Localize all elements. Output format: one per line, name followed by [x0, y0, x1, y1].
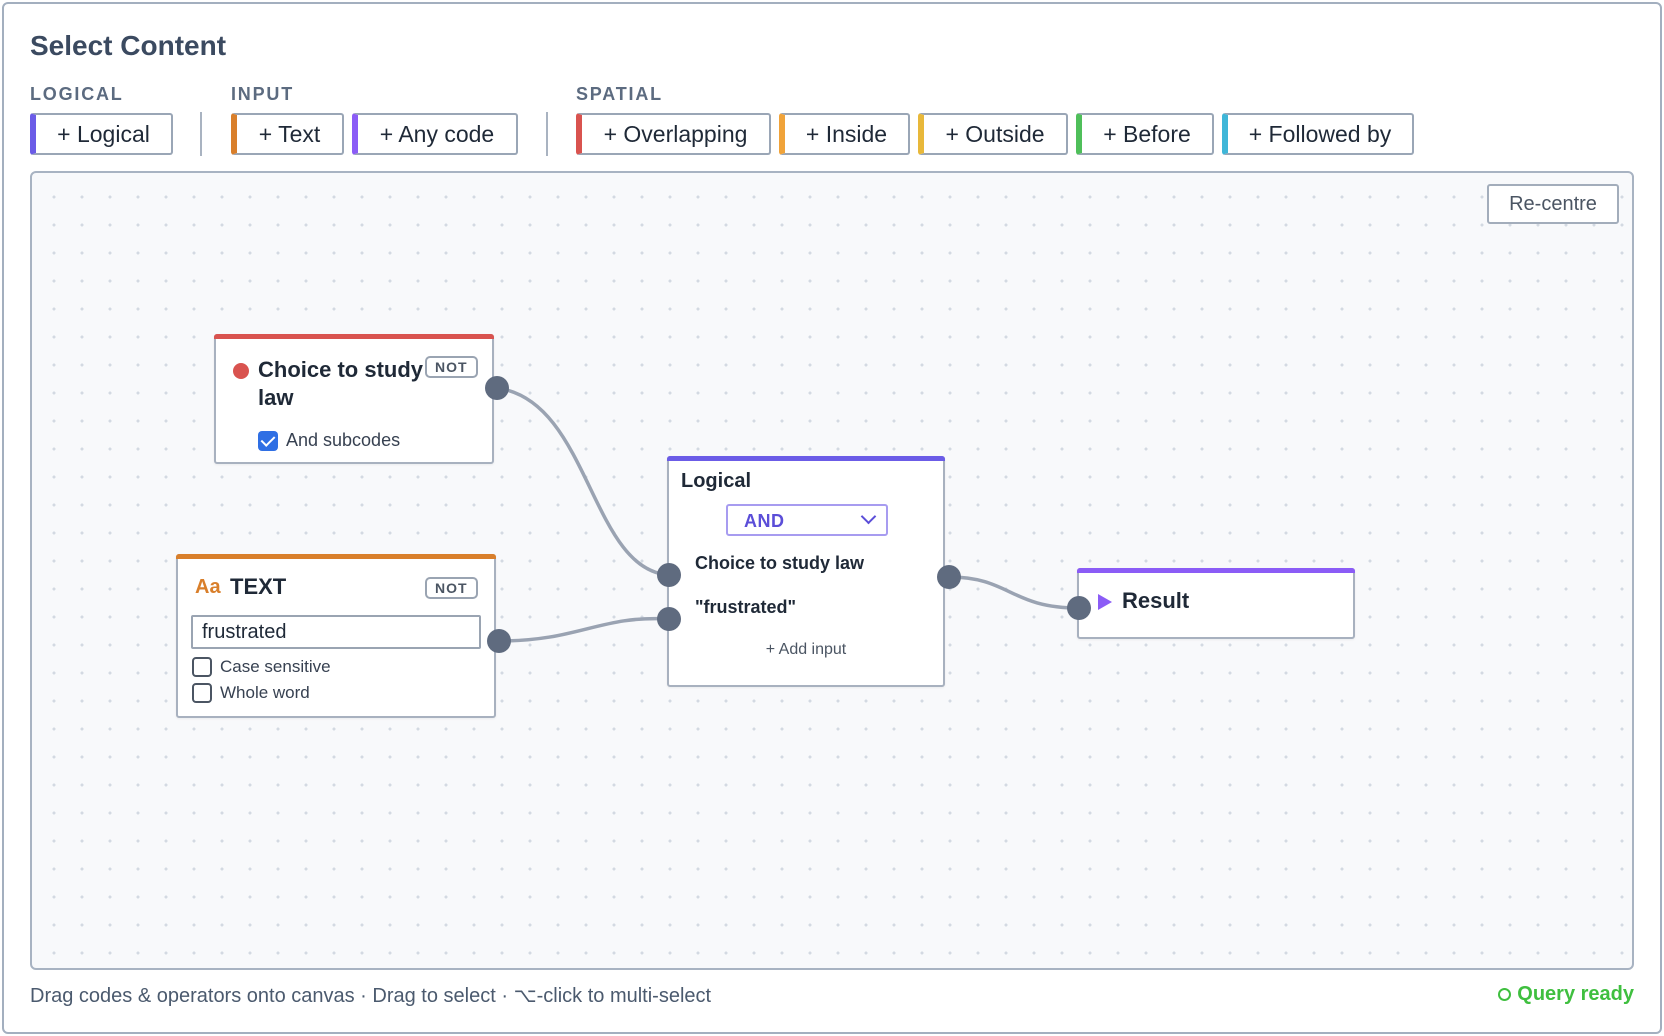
play-icon: [1098, 594, 1112, 610]
toolbar-separator: [546, 112, 548, 156]
status-ring-icon: [1498, 988, 1512, 1001]
not-toggle[interactable]: NOT: [425, 577, 478, 599]
whole-word-checkbox[interactable]: [192, 683, 212, 703]
whole-word-option[interactable]: Whole word: [192, 683, 310, 703]
code-dot-icon: [233, 363, 249, 379]
text-type-icon: Aa: [195, 576, 221, 598]
add-outside-button[interactable]: + Outside: [918, 113, 1068, 155]
code-node-title: Choice to study law: [258, 357, 424, 410]
text-node-title: TEXT: [230, 574, 287, 599]
node-accent-bar: [214, 334, 494, 339]
operator-value: AND: [744, 511, 785, 531]
recentre-button[interactable]: Re-centre: [1487, 184, 1619, 224]
page-title: Select Content: [30, 30, 227, 61]
subcodes-checkbox[interactable]: [258, 430, 278, 451]
group-label-spatial: SPATIAL: [576, 84, 663, 104]
add-input-button[interactable]: + Add input: [669, 641, 943, 659]
add-inside-button[interactable]: + Inside: [779, 113, 910, 155]
logical-output-port[interactable]: [937, 565, 961, 589]
canvas-hint: Drag codes & operators onto canvas · Dra…: [30, 985, 712, 1007]
result-node[interactable]: Result: [1077, 568, 1355, 639]
query-status-label: Query ready: [1517, 983, 1634, 1005]
add-overlapping-button[interactable]: + Overlapping: [576, 113, 771, 155]
node-accent-bar: [667, 456, 945, 461]
toolbar-separator: [200, 112, 202, 156]
result-node-title: Result: [1122, 588, 1190, 613]
add-text-button[interactable]: + Text: [231, 113, 344, 155]
group-label-input: INPUT: [231, 84, 294, 104]
not-toggle[interactable]: NOT: [425, 356, 478, 378]
operator-select[interactable]: AND: [726, 504, 888, 536]
add-before-button[interactable]: + Before: [1076, 113, 1214, 155]
subcodes-option[interactable]: And subcodes: [258, 430, 400, 451]
logical-node[interactable]: Logical AND Choice to study law "frustra…: [667, 456, 945, 687]
chevron-down-icon: [860, 508, 877, 525]
logical-input-label: "frustrated": [695, 597, 797, 617]
logical-input-port[interactable]: [657, 563, 681, 587]
case-sensitive-option[interactable]: Case sensitive: [192, 657, 331, 677]
text-search-input[interactable]: [191, 615, 481, 649]
group-label-logical: LOGICAL: [30, 84, 124, 104]
result-input-port[interactable]: [1067, 596, 1091, 620]
logical-node-title: Logical: [681, 470, 752, 492]
logical-input-port[interactable]: [657, 607, 681, 631]
query-status: Query ready: [1498, 983, 1634, 1006]
text-node[interactable]: Aa TEXT NOT Case sensitive Whole word: [176, 554, 496, 718]
case-sensitive-checkbox[interactable]: [192, 657, 212, 677]
case-sensitive-label: Case sensitive: [220, 657, 331, 676]
text-node-output-port[interactable]: [487, 629, 511, 653]
node-accent-bar: [1077, 568, 1355, 573]
subcodes-label: And subcodes: [286, 430, 401, 450]
add-any-code-button[interactable]: + Any code: [352, 113, 518, 155]
logical-input-label: Choice to study law: [695, 553, 865, 573]
add-logical-button[interactable]: + Logical: [30, 113, 173, 155]
code-node-output-port[interactable]: [485, 376, 509, 400]
node-accent-bar: [176, 554, 496, 559]
whole-word-label: Whole word: [220, 683, 310, 702]
add-followed-by-button[interactable]: + Followed by: [1222, 113, 1414, 155]
code-node[interactable]: Choice to study law NOT And subcodes: [214, 334, 494, 464]
